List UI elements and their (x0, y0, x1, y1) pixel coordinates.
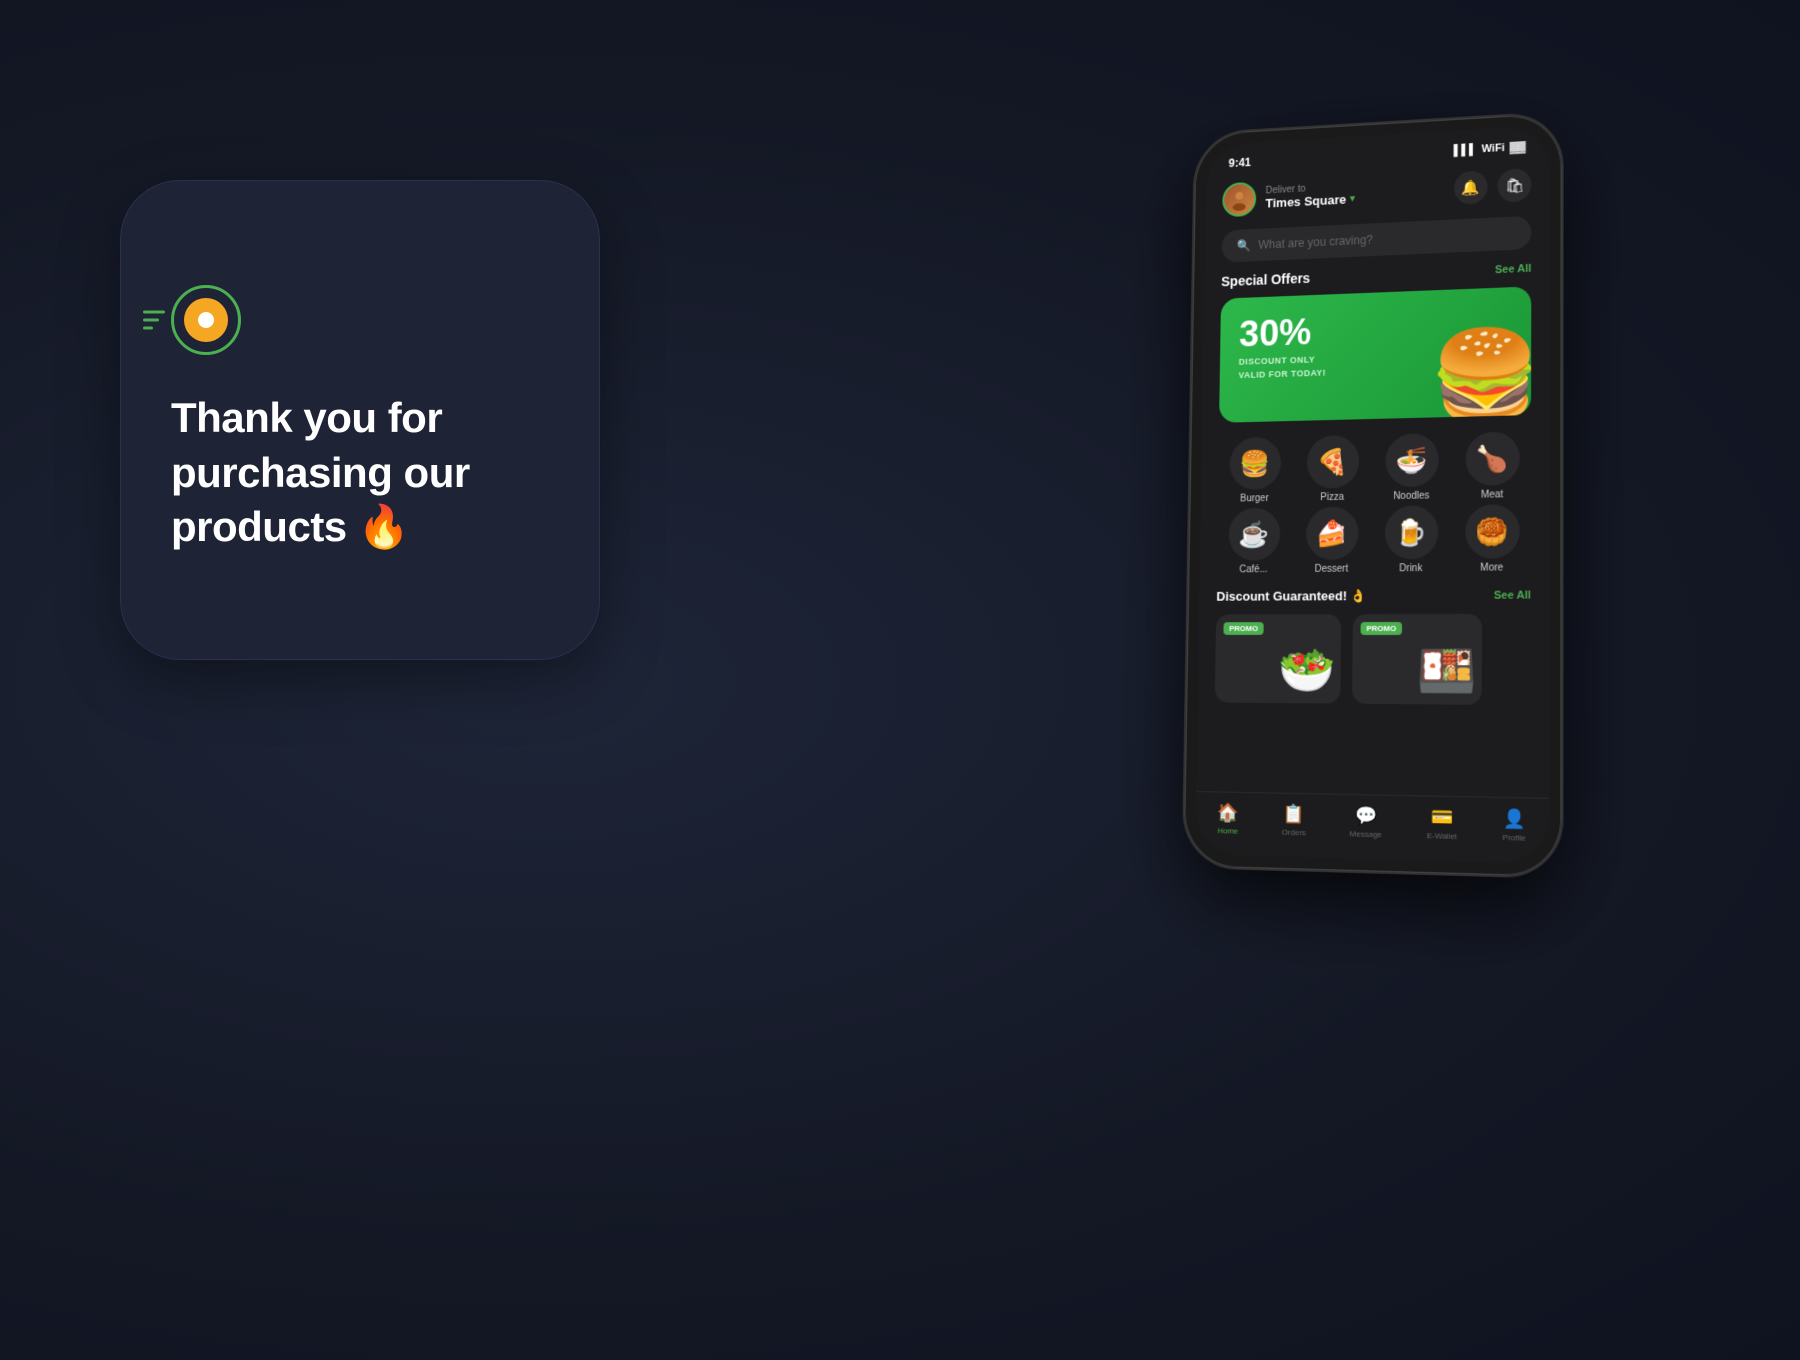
bag-button[interactable]: 🛍 (1497, 168, 1531, 203)
thank-you-text: Thank you for purchasing our products 🔥 (171, 391, 549, 555)
speed-lines (143, 311, 165, 330)
special-offers-title: Special Offers (1221, 270, 1310, 289)
bell-icon: 🔔 (1462, 178, 1481, 196)
profile-icon: 👤 (1503, 808, 1526, 830)
header-icons: 🔔 🛍 (1454, 168, 1532, 205)
bag-icon: 🛍 (1505, 176, 1524, 194)
message-icon: 💬 (1355, 805, 1377, 827)
nav-home[interactable]: 🏠 Home (1217, 802, 1239, 835)
ewallet-label: E-Wallet (1427, 831, 1457, 841)
category-meat-icon: 🍗 (1465, 431, 1519, 486)
category-drink-label: Drink (1399, 563, 1422, 574)
location-dropdown-icon: ▾ (1350, 194, 1355, 205)
message-label: Message (1350, 829, 1382, 839)
category-drink[interactable]: 🍺 Drink (1373, 505, 1450, 574)
profile-label: Profile (1502, 833, 1525, 843)
category-more-label: More (1480, 562, 1503, 573)
promo-banner[interactable]: 30% DISCOUNT ONLY VALID FOR TODAY! 🍔 (1219, 286, 1531, 422)
burger-emoji: 🍔 (1429, 330, 1531, 422)
category-cafe-label: Café... (1239, 564, 1267, 575)
discount-see-all[interactable]: See All (1494, 590, 1531, 602)
home-label: Home (1217, 826, 1238, 835)
category-pizza-icon: 🍕 (1306, 435, 1359, 489)
category-cafe-icon: ☕ (1228, 508, 1280, 561)
category-noodles-icon: 🍜 (1385, 433, 1439, 487)
category-cafe[interactable]: ☕ Café... (1217, 507, 1291, 575)
phone-wrapper: 9:41 ▌▌▌ WiFi ▓▓ Deliver to (1101, 25, 1711, 1267)
discount-title: Discount Guaranteed! 👌 (1216, 588, 1366, 604)
nav-message[interactable]: 💬 Message (1350, 805, 1382, 839)
ewallet-icon: 💳 (1431, 807, 1454, 829)
category-more-icon: 🥮 (1465, 504, 1520, 559)
nav-ewallet[interactable]: 💳 E-Wallet (1427, 807, 1457, 841)
search-icon: 🔍 (1237, 239, 1251, 253)
bottom-nav: 🏠 Home 📋 Orders 💬 Message 💳 E-Wallet 👤 (1195, 791, 1549, 864)
battery-icon: ▓▓ (1510, 141, 1526, 154)
category-meat-label: Meat (1481, 489, 1503, 500)
category-pizza[interactable]: 🍕 Pizza (1295, 435, 1370, 504)
promo-badge-2: PROMO (1361, 622, 1403, 635)
category-pizza-label: Pizza (1320, 492, 1344, 503)
special-offers-see-all[interactable]: See All (1495, 263, 1531, 276)
logo-outer-circle (171, 285, 241, 355)
speed-line-2 (143, 319, 159, 322)
nav-orders[interactable]: 📋 Orders (1282, 804, 1306, 838)
wifi-icon: WiFi (1482, 142, 1505, 155)
category-noodles-label: Noodles (1393, 491, 1429, 502)
promo-badge-1: PROMO (1223, 622, 1263, 635)
discount-header: Discount Guaranteed! 👌 See All (1199, 587, 1549, 614)
status-time: 9:41 (1229, 156, 1252, 170)
phone-screen: 9:41 ▌▌▌ WiFi ▓▓ Deliver to (1195, 125, 1549, 864)
product-emoji-2: 🍱 (1417, 642, 1477, 700)
logo-area (171, 285, 241, 355)
category-dessert[interactable]: 🍰 Dessert (1294, 506, 1369, 575)
category-more[interactable]: 🥮 More (1453, 504, 1531, 574)
avatar (1222, 182, 1256, 218)
category-dessert-label: Dessert (1315, 564, 1349, 575)
speed-line-3 (143, 327, 153, 330)
orders-icon: 📋 (1283, 804, 1305, 826)
search-placeholder: What are you craving? (1258, 233, 1373, 252)
category-noodles[interactable]: 🍜 Noodles (1373, 433, 1449, 502)
signal-icon: ▌▌▌ (1454, 144, 1477, 157)
location-text: Times Square (1265, 192, 1346, 210)
product-emoji-1: 🥗 (1277, 642, 1336, 699)
bell-button[interactable]: 🔔 (1454, 170, 1488, 205)
product-row: PROMO 🥗 PROMO 🍱 (1198, 614, 1549, 706)
product-card-1[interactable]: PROMO 🥗 (1215, 614, 1341, 703)
category-burger[interactable]: 🍔 Burger (1218, 436, 1292, 504)
speed-line-1 (143, 311, 165, 314)
thank-you-card: Thank you for purchasing our products 🔥 (120, 180, 600, 660)
home-icon: 🏠 (1217, 802, 1239, 823)
categories-grid: 🍔 Burger 🍕 Pizza 🍜 Noodles 🍗 Meat ☕ (1200, 431, 1550, 590)
category-dessert-icon: 🍰 (1305, 506, 1358, 560)
logo-inner-circle (184, 298, 228, 342)
category-burger-icon: 🍔 (1229, 437, 1281, 490)
phone-frame: 9:41 ▌▌▌ WiFi ▓▓ Deliver to (1184, 113, 1562, 877)
deliver-info: Deliver to Times Square ▾ (1265, 176, 1454, 211)
category-burger-label: Burger (1240, 493, 1269, 504)
product-card-2[interactable]: PROMO 🍱 (1352, 614, 1482, 705)
logo-dot (198, 312, 214, 328)
category-drink-icon: 🍺 (1384, 505, 1438, 559)
nav-profile[interactable]: 👤 Profile (1502, 808, 1525, 842)
orders-label: Orders (1282, 828, 1306, 838)
category-meat[interactable]: 🍗 Meat (1453, 431, 1531, 501)
status-icons: ▌▌▌ WiFi ▓▓ (1454, 141, 1526, 157)
